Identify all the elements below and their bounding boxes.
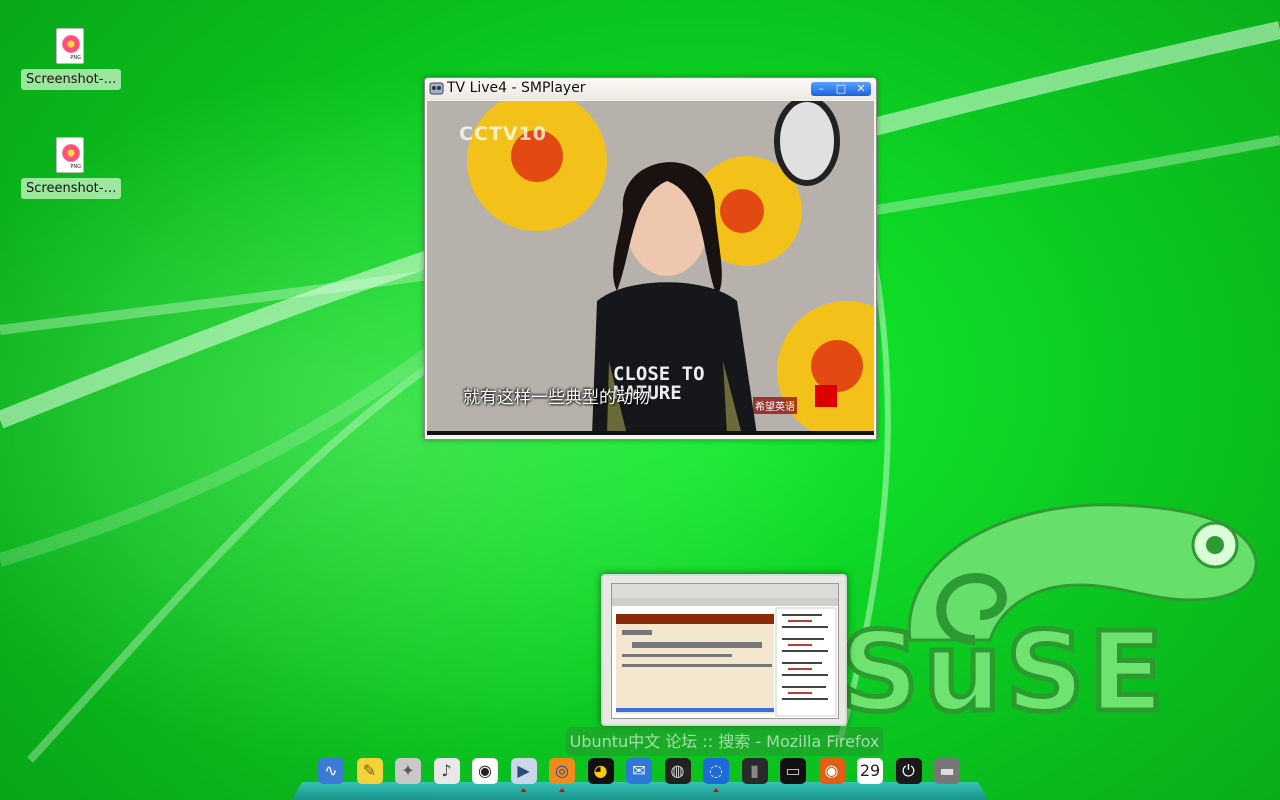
close-button[interactable]: ✕ xyxy=(851,82,871,96)
png-image-icon: PNG xyxy=(56,137,84,173)
dock: ∿ ✎ ✦ ♪ ◉ ▶ ◎ ◕ ✉ ◍ ◌ ▮ ▭ ◉ 29 ⏻ ▬ xyxy=(316,752,966,792)
suse-wordmark: SuSE xyxy=(838,606,1168,739)
desktop-icon-screenshot-2[interactable]: PNG Screenshot-… xyxy=(21,137,122,199)
firefox-thumbnail xyxy=(611,583,839,719)
firefox-icon: ◎ xyxy=(549,758,575,784)
window-titlebar[interactable]: TV Live4 - SMPlayer – □ ✕ xyxy=(425,78,876,100)
smplayer-icon: ▶ xyxy=(510,758,537,784)
dock-item[interactable]: ✉ xyxy=(624,756,654,786)
smplayer-window[interactable]: TV Live4 - SMPlayer – □ ✕ CCTV10 CLOSE T… xyxy=(424,77,877,440)
svg-text:SuSE: SuSE xyxy=(840,608,1168,736)
dock-item[interactable]: ▬ xyxy=(932,756,962,786)
dock-item[interactable]: ◉ xyxy=(470,756,500,786)
video-bottom-bar xyxy=(427,431,874,435)
window-switcher-icon: ▮ xyxy=(741,758,768,784)
globe-icon: ◌ xyxy=(703,758,729,784)
dock-item[interactable]: ◌ xyxy=(701,756,731,792)
desktop-icon-screenshot-1[interactable]: PNG Screenshot-… xyxy=(21,28,122,90)
thunderbird-icon: ✉ xyxy=(626,758,652,784)
chat-bubble-icon: ◉ xyxy=(472,758,498,784)
dock-item[interactable]: ∿ xyxy=(316,756,346,786)
window-controls: – □ ✕ xyxy=(811,82,871,96)
ubuntu-logo-icon: ◉ xyxy=(818,758,845,784)
program-logo-mark xyxy=(815,385,837,407)
desktop-icon-label: Screenshot-… xyxy=(21,69,122,90)
maximize-button[interactable]: □ xyxy=(831,82,851,96)
thumbnail-image xyxy=(612,584,838,717)
dock-item[interactable]: ⏻ xyxy=(894,756,924,786)
smplayer-app-icon xyxy=(429,82,444,95)
window-title: TV Live4 - SMPlayer xyxy=(447,80,586,96)
channel-logo: CCTV10 xyxy=(459,123,547,145)
dock-item[interactable]: ◍ xyxy=(663,756,693,786)
desktop-icon-label: Screenshot-… xyxy=(21,178,122,199)
dock-item[interactable]: 29 xyxy=(855,756,885,786)
power-icon: ⏻ xyxy=(895,758,922,784)
dock-item[interactable]: ▮ xyxy=(740,756,770,786)
qq-penguin-icon: ◕ xyxy=(587,758,614,784)
dock-item[interactable]: ◎ xyxy=(547,756,577,792)
dock-item[interactable]: ✦ xyxy=(393,756,423,786)
video-subtitle: 就有这样一些典型的动物 xyxy=(463,388,650,408)
program-logo: 希望英语 xyxy=(753,397,797,414)
video-area[interactable]: CCTV10 CLOSE TO NATURE 就有这样一些典型的动物 希望英语 xyxy=(427,101,874,435)
gimp-icon: ✦ xyxy=(395,758,421,784)
png-image-icon: PNG xyxy=(56,28,84,64)
dock-item[interactable]: ◉ xyxy=(817,756,847,786)
dock-item[interactable]: ♪ xyxy=(432,756,462,786)
minimize-button[interactable]: – xyxy=(811,82,831,96)
speaker-icon: ♪ xyxy=(433,758,460,784)
calendar-icon: 29 xyxy=(857,758,883,784)
notes-icon: ✎ xyxy=(356,758,383,784)
dock-item[interactable]: ▶ xyxy=(509,756,539,792)
network-sphere-icon: ◍ xyxy=(664,758,691,784)
dock-item[interactable]: ▭ xyxy=(778,756,808,786)
system-monitor-icon: ∿ xyxy=(318,758,344,784)
dock-item[interactable]: ◕ xyxy=(586,756,616,786)
terminal-icon: ▭ xyxy=(780,758,806,784)
window-thumbnail-preview[interactable] xyxy=(601,574,847,726)
drive-icon: ▬ xyxy=(934,758,960,784)
dock-item[interactable]: ✎ xyxy=(355,756,385,786)
